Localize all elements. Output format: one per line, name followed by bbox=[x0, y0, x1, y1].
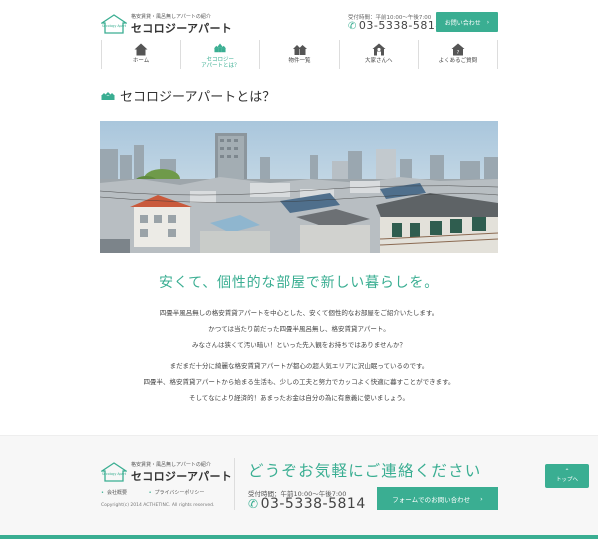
page-title-text: セコロジーアパートとは？ bbox=[120, 90, 276, 105]
faq-house-icon: ? bbox=[451, 43, 465, 56]
main-nav: ホーム セコロジー アパートとは？ 物件一覧 大家さんへ ? よくあるご質問 bbox=[101, 40, 499, 69]
secology-icon bbox=[101, 91, 115, 100]
intro-line: みなさんは狭くて汚い暗い！といった先入観をお持ちではありませんか？ bbox=[191, 341, 407, 349]
site-logo[interactable]: Secology Apart 格安賃貸・風呂無しアパートの紹介 セコロジーアパー… bbox=[101, 12, 241, 36]
nav-item-about[interactable]: セコロジー アパートとは？ bbox=[181, 40, 261, 69]
nav-label: 物件一覧 bbox=[288, 58, 311, 64]
chevron-right-icon: › bbox=[480, 494, 483, 503]
phone-icon: ✆ bbox=[248, 497, 259, 511]
footer-logo-tagline: 格安賃貸・風呂無しアパートの紹介 bbox=[131, 462, 211, 468]
footer-copyright: Copyright(c) 2014 ACTHETINC. All rights … bbox=[101, 503, 215, 508]
back-to-top-button[interactable]: ⌃ トップへ bbox=[545, 464, 589, 488]
nav-label: よくあるご質問 bbox=[438, 58, 478, 64]
footer-phone[interactable]: ✆ 03-5338-5814 bbox=[248, 496, 366, 512]
logo-name: セコロジーアパート bbox=[131, 22, 233, 35]
footer-bottom-bar bbox=[0, 535, 598, 539]
bullet-icon: • bbox=[101, 490, 104, 496]
footer-logo-name: セコロジーアパート bbox=[131, 470, 233, 483]
intro-line: 四畳半風呂無しの格安賃貸アパートを中心とした、安くて個性的なお部屋をご紹介いたし… bbox=[159, 309, 439, 317]
footer-link-privacy[interactable]: • プライバシーポリシー bbox=[149, 490, 215, 496]
footer-link-label: 会社概要 bbox=[106, 490, 127, 496]
cityscape-illustration bbox=[100, 121, 498, 253]
intro-line: まだまだ十分に綺麗な格安賃貸アパートが都心の超人気エリアに沢山眠っているのです。 bbox=[169, 362, 429, 370]
back-to-top-label: トップへ bbox=[555, 477, 578, 483]
intro-line: そしてなにより経済的！あまったお金は自分の為に有意義に使いましょう。 bbox=[188, 394, 410, 402]
page-title: セコロジーアパートとは？ bbox=[101, 86, 275, 105]
secology-icon bbox=[214, 43, 227, 53]
nav-item-listings[interactable]: 物件一覧 bbox=[260, 40, 340, 69]
footer-phone-number: 03-5338-5814 bbox=[260, 496, 366, 512]
nav-item-faq[interactable]: ? よくあるご質問 bbox=[419, 40, 499, 69]
chevron-right-icon: › bbox=[486, 18, 490, 26]
phone-icon: ✆ bbox=[348, 21, 357, 32]
footer-links: • 会社概要 • プライバシーポリシー bbox=[101, 489, 224, 496]
bullet-icon: • bbox=[148, 490, 152, 496]
contact-button-label: お問い合わせ bbox=[444, 19, 481, 27]
intro-line: 四畳半、格安賃貸アパートから始まる生活も、少しの工夫と努力でカッコよく快適に暮す… bbox=[143, 378, 455, 386]
hero-cityscape-image bbox=[100, 121, 498, 253]
contact-form-button[interactable]: フォームでのお問い合わせ › bbox=[377, 487, 498, 510]
nav-label: セコロジー アパートとは？ bbox=[201, 57, 240, 69]
nav-label: 大家さんへ bbox=[364, 58, 393, 64]
nav-item-home[interactable]: ホーム bbox=[101, 40, 182, 69]
contact-form-button-label: フォームでのお問い合わせ bbox=[392, 495, 471, 504]
svg-text:Secology Apart: Secology Apart bbox=[102, 472, 127, 476]
svg-text:Secology Apart: Secology Apart bbox=[102, 24, 127, 28]
footer-link-company[interactable]: • 会社概要 bbox=[101, 490, 137, 496]
nav-item-landlord[interactable]: 大家さんへ bbox=[340, 40, 419, 69]
logo-house-icon: Secology Apart bbox=[101, 14, 127, 34]
main-tagline: 安くて、個性的な部屋で新しい暮らしを。 bbox=[158, 275, 440, 291]
header-phone-number: 03-5338-5814 bbox=[358, 19, 443, 32]
buildings-icon bbox=[292, 45, 307, 55]
landlord-icon bbox=[372, 43, 386, 56]
footer-logo[interactable]: Secology Apart 格安賃貸・風呂無しアパートの紹介 セコロジーアパー… bbox=[101, 460, 241, 484]
nav-label: ホーム bbox=[132, 58, 150, 64]
page: Secology Apart 格安賃貸・風呂無しアパートの紹介 セコロジーアパー… bbox=[0, 0, 598, 539]
footer-headline: どうぞお気軽にご連絡ください bbox=[248, 462, 482, 480]
logo-tagline: 格安賃貸・風呂無しアパートの紹介 bbox=[131, 14, 211, 20]
header-phone[interactable]: ✆ 03-5338-5814 bbox=[348, 19, 443, 32]
home-icon bbox=[134, 43, 148, 56]
svg-text:?: ? bbox=[457, 50, 460, 56]
footer-link-label: プライバシーポリシー bbox=[154, 490, 205, 496]
footer-divider bbox=[234, 458, 235, 510]
contact-button[interactable]: お問い合わせ › bbox=[436, 12, 498, 32]
intro-line: かつては当たり前だった四畳半風呂無し、格安賃貸アパート。 bbox=[208, 325, 390, 333]
logo-house-icon: Secology Apart bbox=[101, 462, 127, 482]
footer bbox=[0, 435, 598, 539]
